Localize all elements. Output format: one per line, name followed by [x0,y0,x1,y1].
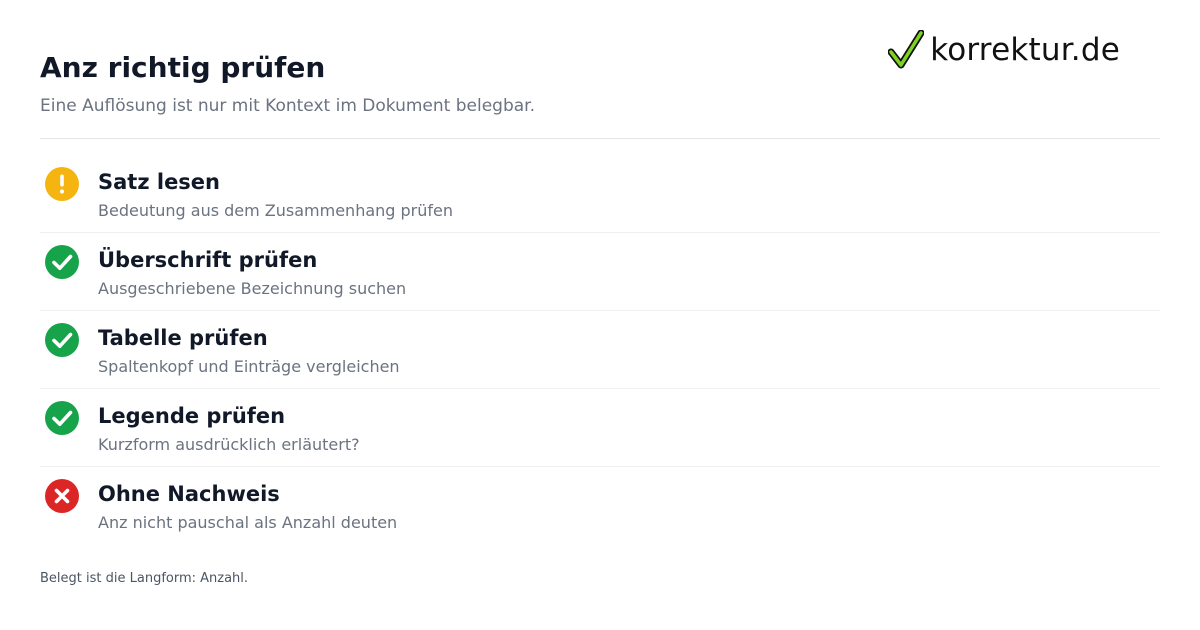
footer-note: Belegt ist die Langform: Anzahl. [40,571,249,586]
brand-name: korrektur.de [930,31,1120,68]
checklist-item-tabelle-pruefen: Tabelle prüfen Spaltenkopf und Einträge … [40,311,1160,389]
checklist: Satz lesen Bedeutung aus dem Zusammenhan… [40,155,1160,544]
header-divider [40,138,1160,139]
close-icon [44,478,80,514]
check-icon [44,322,80,358]
checklist-item-title: Ohne Nachweis [98,482,280,506]
checklist-item-ohne-nachweis: Ohne Nachweis Anz nicht pauschal als Anz… [40,467,1160,544]
checklist-item-title: Überschrift prüfen [98,248,318,272]
check-icon [44,400,80,436]
check-icon [44,244,80,280]
checklist-item-satz-lesen: Satz lesen Bedeutung aus dem Zusammenhan… [40,155,1160,233]
checklist-item-description: Ausgeschriebene Bezeichnung suchen [98,279,407,298]
checklist-item-title: Tabelle prüfen [98,326,268,350]
checklist-item-ueberschrift-pruefen: Überschrift prüfen Ausgeschriebene Bezei… [40,233,1160,311]
checklist-item-title: Satz lesen [98,170,221,194]
page: korrektur.de Anz richtig prüfen Eine Auf… [40,0,1160,630]
page-subtitle: Eine Auflösung ist nur mit Kontext im Do… [40,96,535,116]
checklist-item-title: Legende prüfen [98,404,286,428]
checklist-item-description: Anz nicht pauschal als Anzahl deuten [98,513,398,532]
warning-icon [44,166,80,202]
checkmark-logo-icon [888,30,925,69]
page-title: Anz richtig prüfen [40,51,326,84]
brand-logo[interactable]: korrektur.de [888,30,1120,70]
checklist-item-legende-pruefen: Legende prüfen Kurzform ausdrücklich erl… [40,389,1160,467]
checklist-item-description: Bedeutung aus dem Zusammenhang prüfen [98,201,454,220]
checklist-item-description: Spaltenkopf und Einträge vergleichen [98,357,400,376]
checklist-item-description: Kurzform ausdrücklich erläutert? [98,435,360,454]
